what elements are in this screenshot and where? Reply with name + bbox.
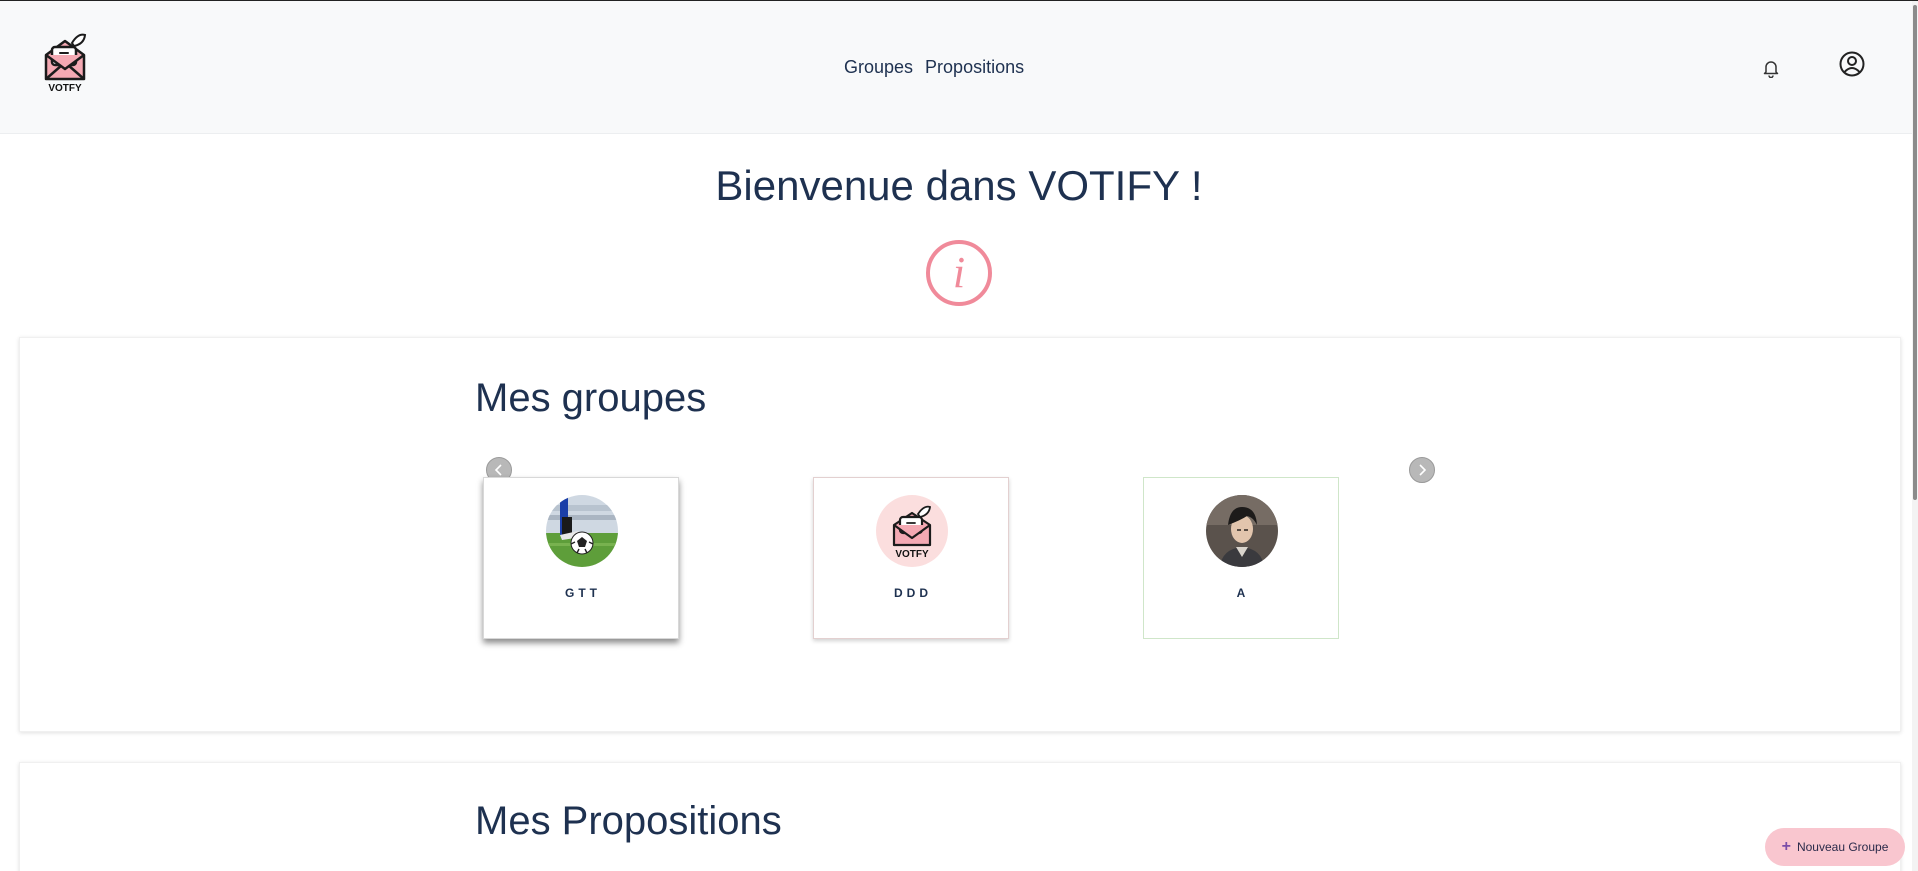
- group-card-ddd[interactable]: VOTFY DDD: [813, 477, 1009, 639]
- svg-text:i: i: [953, 248, 965, 297]
- group-card-a[interactable]: A: [1143, 477, 1339, 639]
- groups-section: Mes groupes GTT VOTFY DDD A: [19, 337, 1901, 732]
- scrollbar-thumb[interactable]: [1913, 5, 1917, 500]
- info-circle-icon[interactable]: i: [925, 239, 993, 307]
- navbar: VOTFY Groupes Propositions: [0, 1, 1912, 134]
- bell-icon[interactable]: [1762, 58, 1780, 79]
- nav-link-groupes[interactable]: Groupes: [844, 57, 913, 78]
- new-group-label: Nouveau Groupe: [1796, 840, 1889, 854]
- chevron-left-icon: [494, 464, 502, 476]
- nav-link-propositions[interactable]: Propositions: [925, 57, 1024, 78]
- user-circle-icon[interactable]: [1839, 51, 1865, 77]
- propositions-section: Mes Propositions: [19, 762, 1901, 871]
- group-card-label: GTT: [565, 586, 601, 600]
- group-avatar-portrait: [1206, 495, 1278, 567]
- carousel-next-button[interactable]: [1409, 457, 1435, 483]
- propositions-section-title: Mes Propositions: [475, 799, 782, 843]
- plus-icon: +: [1781, 838, 1791, 855]
- group-card-label: DDD: [894, 586, 932, 600]
- group-card-gtt[interactable]: GTT: [483, 477, 679, 639]
- group-card-label: A: [1236, 586, 1250, 600]
- new-group-button[interactable]: + Nouveau Groupe: [1765, 828, 1905, 866]
- logo-text: VOTFY: [895, 549, 929, 560]
- votfy-logo[interactable]: VOTFY: [40, 31, 90, 94]
- nav-links: Groupes Propositions: [844, 57, 1024, 78]
- group-avatar-soccer: [546, 495, 618, 567]
- welcome-title: Bienvenue dans VOTIFY !: [715, 162, 1203, 209]
- groups-section-title: Mes groupes: [475, 376, 707, 420]
- chevron-right-icon: [1419, 464, 1427, 476]
- logo-text: VOTFY: [48, 83, 82, 93]
- group-avatar-votfy-logo: VOTFY: [876, 495, 948, 567]
